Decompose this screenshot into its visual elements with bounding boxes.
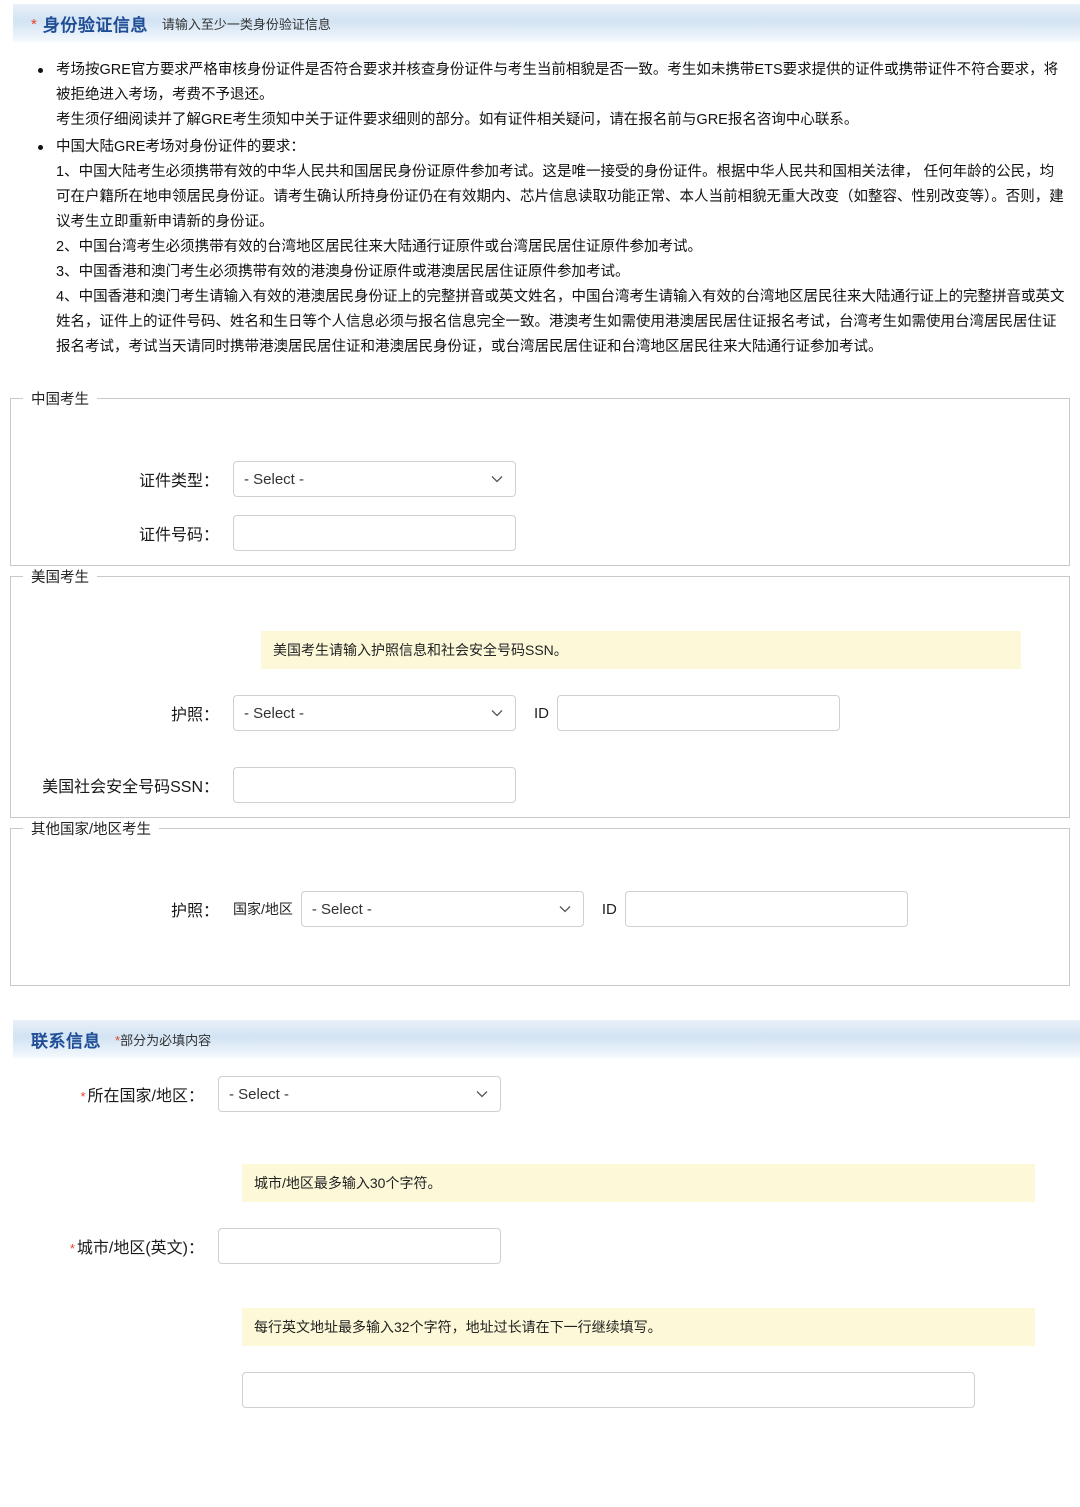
contact-section-header: 联系信息 *部分为必填内容 [13, 1020, 1080, 1058]
usa-ssn-row: 美国社会安全号码SSN： [11, 767, 1069, 803]
other-passport-row: 护照： 国家/地区 - Select - ID [11, 891, 1069, 927]
city-row: * 城市/地区(英文)： [0, 1228, 1080, 1264]
chevron-down-icon [559, 906, 571, 913]
list-item: 中国大陆GRE考场对身份证件的要求： 1、中国大陆考生必须携带有效的中华人民共和… [38, 135, 1066, 360]
chevron-down-icon [476, 1091, 488, 1098]
usa-passport-id-prefix: ID [534, 704, 549, 722]
note-line: 考生须仔细阅读并了解GRE考生须知中关于证件要求细则的部分。如有证件相关疑问，请… [56, 112, 859, 128]
usa-passport-select-value: - Select - [244, 704, 305, 722]
contact-country-label-text: 所在国家/地区： [87, 1088, 204, 1105]
note-line: 4、中国香港和澳门考生请输入有效的港澳居民身份证上的完整拼音或英文姓名，中国台湾… [56, 289, 1065, 355]
identity-section-header: * 身份验证信息 请输入至少一类身份验证信息 [13, 4, 1080, 42]
id-type-row: 证件类型： - Select - [11, 461, 1069, 497]
usa-candidates-fieldset: 美国考生 美国考生请输入护照信息和社会安全号码SSN。 护照： - Select… [10, 566, 1070, 818]
other-country-select-value: - Select - [311, 900, 372, 918]
city-hint-banner: 城市/地区最多输入30个字符。 [242, 1164, 1035, 1202]
other-candidates-legend: 其他国家/地区考生 [31, 822, 152, 838]
chevron-down-icon [491, 710, 503, 717]
usa-passport-row: 护照： - Select - ID [11, 695, 1069, 731]
contact-country-select-value: - Select - [229, 1085, 290, 1103]
required-star-icon: * [69, 1241, 75, 1256]
usa-ssn-label: 美国社会安全号码SSN： [42, 779, 219, 796]
address-line-input[interactable] [242, 1372, 975, 1408]
contact-country-row: * 所在国家/地区： - Select - [0, 1076, 1080, 1112]
other-country-select[interactable]: - Select - [300, 891, 584, 927]
address-hint-banner: 每行英文地址最多输入32个字符，地址过长请在下一行继续填写。 [242, 1308, 1035, 1346]
note-line: 1、中国大陆考生必须携带有效的中华人民共和国居民身份证原件参加考试。这是唯一接受… [56, 164, 1064, 230]
usa-passport-label: 护照： [170, 707, 219, 724]
contact-country-label: * 所在国家/地区： [0, 1082, 218, 1106]
list-item: 考场按GRE官方要求严格审核身份证件是否符合要求并核查身份证件与考生当前相貌是否… [38, 58, 1066, 133]
note-line: 考场按GRE官方要求严格审核身份证件是否符合要求并核查身份证件与考生当前相貌是否… [56, 62, 1059, 103]
id-number-input[interactable] [233, 515, 516, 551]
usa-passport-select[interactable]: - Select - [233, 695, 516, 731]
other-candidates-fieldset: 其他国家/地区考生 护照： 国家/地区 - Select - ID [10, 818, 1070, 986]
other-passport-label: 护照： [170, 903, 219, 920]
city-label: * 城市/地区(英文)： [0, 1234, 218, 1258]
note-line: 2、中国台湾考生必须携带有效的台湾地区居民往来大陆通行证原件或台湾居民居住证原件… [56, 239, 703, 255]
usa-ssn-input[interactable] [233, 767, 516, 803]
note-line: 中国大陆GRE考场对身份证件的要求： [56, 139, 305, 155]
identity-section-subtitle: 请输入至少一类身份验证信息 [161, 16, 331, 32]
required-star-icon: * [80, 1089, 86, 1104]
id-type-select[interactable]: - Select - [233, 461, 516, 497]
identity-section-title: 身份验证信息 [42, 15, 148, 35]
note-line: 3、中国香港和澳门考生必须携带有效的港澳身份证原件或港澳居民居住证原件参加考试。 [56, 264, 630, 280]
other-country-label: 国家/地区 [233, 901, 293, 917]
usa-passport-id-input[interactable] [557, 695, 840, 731]
contact-subtitle-text: 部分为必填内容 [120, 1032, 212, 1048]
id-type-select-value: - Select - [244, 470, 305, 488]
id-number-label: 证件号码： [138, 527, 219, 544]
usa-hint-banner: 美国考生请输入护照信息和社会安全号码SSN。 [261, 631, 1021, 669]
chevron-down-icon [491, 476, 503, 483]
city-label-text: 城市/地区(英文)： [76, 1240, 204, 1257]
other-id-prefix: ID [601, 900, 617, 918]
china-candidates-fieldset: 中国考生 证件类型： - Select - 证件号码： [10, 388, 1070, 566]
china-candidates-legend: 中国考生 [31, 392, 89, 408]
usa-candidates-legend: 美国考生 [31, 570, 89, 586]
contact-section-subtitle: *部分为必填内容 [115, 1030, 211, 1049]
city-input[interactable] [218, 1228, 501, 1264]
identity-notes-list: 考场按GRE官方要求严格审核身份证件是否符合要求并核查身份证件与考生当前相貌是否… [0, 58, 1080, 360]
other-id-input[interactable] [624, 891, 908, 927]
id-type-label: 证件类型： [138, 473, 219, 490]
required-star-icon: * [31, 15, 37, 33]
contact-country-select[interactable]: - Select - [218, 1076, 501, 1112]
contact-section-title: 联系信息 [31, 1031, 101, 1051]
id-number-row: 证件号码： [11, 515, 1069, 551]
